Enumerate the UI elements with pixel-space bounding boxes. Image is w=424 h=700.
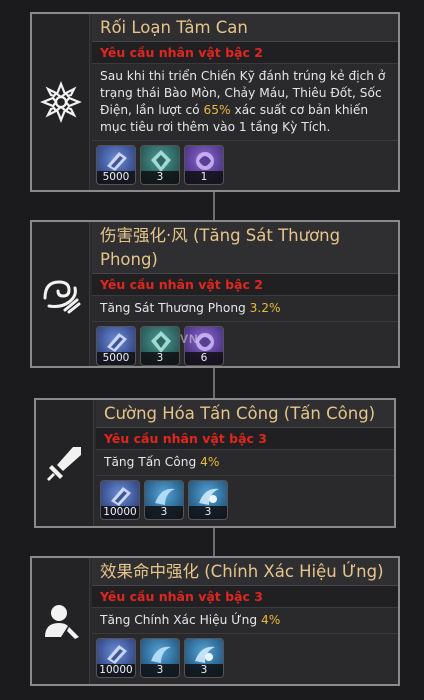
watermark: VN [180, 332, 199, 346]
highlight-value: 4% [200, 455, 220, 469]
skill-requirement: Yêu cầu nhân vật bậc 3 [92, 586, 398, 608]
skill-card[interactable]: 伤害强化·风 (Tăng Sát Thương Phong) Yêu cầu n… [30, 220, 400, 368]
purple-material-icon[interactable]: 1 [184, 145, 224, 185]
teal-material-icon[interactable]: 3 [140, 145, 180, 185]
wind-swirl-icon [32, 222, 90, 366]
cyan-material-icon[interactable]: 3 [140, 638, 180, 678]
skill-requirement: Yêu cầu nhân vật bậc 2 [92, 274, 398, 296]
user-target-icon [32, 558, 90, 684]
skill-description: Tăng Sát Thương Phong 3.2% [92, 296, 398, 322]
material-list: 5000 3 6 [92, 322, 398, 370]
material-list: 5000 3 1 [92, 141, 398, 189]
credit-item-icon[interactable]: 5000 [96, 326, 136, 366]
skill-card[interactable]: Cường Hóa Tấn Công (Tấn Công) Yêu cầu nh… [34, 398, 396, 528]
tree-connector [213, 366, 215, 400]
highlight-value: 65% [203, 103, 231, 117]
highlight-value: 4% [261, 613, 281, 627]
teal-material-icon[interactable]: 3 [140, 326, 180, 366]
skill-description: Tăng Chính Xác Hiệu Ứng 4% [92, 608, 398, 634]
cyan-material-icon[interactable]: 3 [184, 638, 224, 678]
skill-card[interactable]: 效果命中强化 (Chính Xác Hiệu Ứng) Yêu cầu nhân… [30, 556, 400, 686]
tree-connector [213, 190, 215, 220]
skill-requirement: Yêu cầu nhân vật bậc 3 [96, 428, 394, 450]
skill-title: Cường Hóa Tấn Công (Tấn Công) [96, 400, 394, 428]
material-list: 10000 3 3 [92, 634, 398, 682]
skill-title: 伤害强化·风 (Tăng Sát Thương Phong) [92, 222, 398, 274]
sword-icon [36, 400, 94, 526]
skill-card[interactable]: Rối Loạn Tâm Can Yêu cầu nhân vật bậc 2 … [30, 12, 400, 192]
highlight-value: 3.2% [249, 301, 281, 315]
credit-item-icon[interactable]: 10000 [96, 638, 136, 678]
skill-requirement: Yêu cầu nhân vật bậc 2 [92, 42, 398, 64]
ornate-flower-icon [32, 14, 90, 190]
skill-title: 效果命中强化 (Chính Xác Hiệu Ứng) [92, 558, 398, 586]
skill-title: Rối Loạn Tâm Can [92, 14, 398, 42]
credit-item-icon[interactable]: 10000 [100, 480, 140, 520]
credit-item-icon[interactable]: 5000 [96, 145, 136, 185]
material-list: 10000 3 3 [96, 476, 394, 524]
tree-connector [213, 526, 215, 556]
cyan-material-icon[interactable]: 3 [188, 480, 228, 520]
skill-description: Sau khi thi triển Chiến Kỹ đánh trúng kẻ… [92, 64, 398, 141]
cyan-material-icon[interactable]: 3 [144, 480, 184, 520]
skill-description: Tăng Tấn Công 4% [96, 450, 394, 476]
